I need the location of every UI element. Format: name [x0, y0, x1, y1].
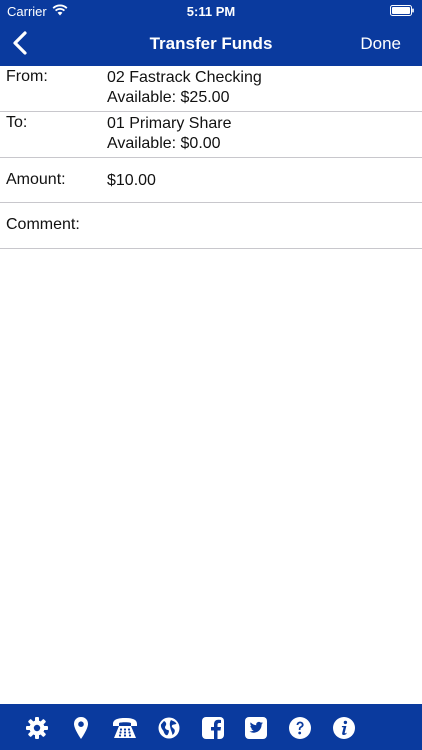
to-account-name: 01 Primary Share — [107, 115, 232, 132]
phone-icon[interactable] — [111, 716, 139, 740]
from-account-row[interactable]: From: 02 Fastrack Checking Available: $2… — [0, 66, 422, 112]
amount-label: Amount: — [6, 171, 66, 188]
facebook-icon[interactable] — [201, 716, 225, 740]
info-icon[interactable] — [332, 716, 356, 740]
comment-label: Comment: — [6, 216, 80, 233]
to-available-balance: Available: $0.00 — [107, 135, 221, 152]
to-account-row[interactable]: To: 01 Primary Share Available: $0.00 — [0, 112, 422, 158]
comment-field[interactable] — [107, 211, 411, 241]
globe-icon[interactable] — [157, 716, 181, 740]
bottom-toolbar — [0, 704, 422, 750]
header: Carrier 5:11 PM Transfer Funds Done — [0, 0, 422, 66]
amount-row: Amount: $10.00 — [0, 158, 422, 203]
transfer-form: From: 02 Fastrack Checking Available: $2… — [0, 66, 422, 249]
navigation-bar: Transfer Funds Done — [0, 22, 422, 66]
to-account-value: 01 Primary Share Available: $0.00 — [107, 114, 232, 154]
status-time: 5:11 PM — [186, 4, 236, 19]
from-available-balance: Available: $25.00 — [107, 89, 230, 106]
done-button[interactable]: Done — [360, 34, 401, 54]
help-icon[interactable] — [288, 716, 312, 740]
gear-icon[interactable] — [25, 716, 49, 740]
amount-field[interactable]: $10.00 — [107, 171, 156, 191]
twitter-icon[interactable] — [244, 716, 268, 740]
page-title: Transfer Funds — [149, 34, 273, 53]
from-account-name: 02 Fastrack Checking — [107, 69, 262, 86]
location-pin-icon[interactable] — [69, 716, 93, 740]
status-bar: Carrier 5:11 PM — [0, 0, 422, 22]
to-label: To: — [6, 114, 28, 131]
battery-icon — [390, 5, 414, 16]
from-account-value: 02 Fastrack Checking Available: $25.00 — [107, 68, 262, 108]
from-label: From: — [6, 68, 48, 85]
comment-row: Comment: — [0, 203, 422, 249]
